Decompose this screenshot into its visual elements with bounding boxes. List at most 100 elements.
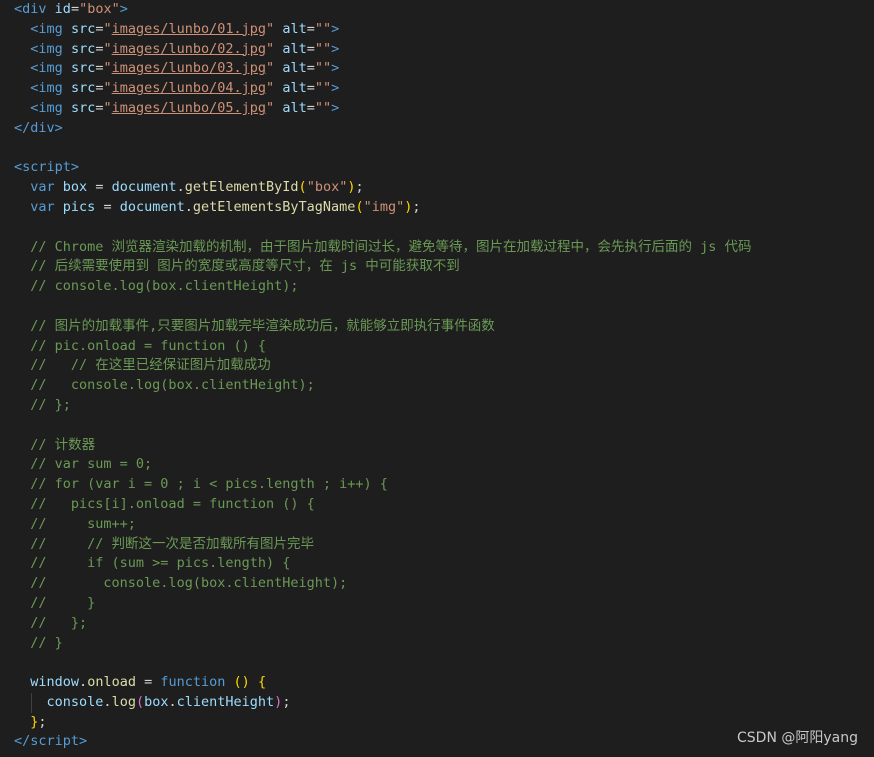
code-token: > — [79, 733, 88, 750]
code-token: > — [331, 20, 340, 37]
code-line[interactable]: // } — [14, 594, 874, 614]
code-token: // if (sum >= pics.length) { — [30, 555, 291, 572]
code-line[interactable]: // sum++; — [14, 515, 874, 535]
code-line[interactable] — [14, 139, 874, 159]
code-line[interactable]: window.onload = function () { — [14, 673, 874, 693]
code-line[interactable]: <img src="images/lunbo/03.jpg" alt=""> — [14, 59, 874, 79]
code-token: < — [14, 1, 23, 17]
code-token: ; — [38, 713, 47, 730]
code-token: images/lunbo/02.jpg — [111, 40, 267, 57]
code-token: " — [103, 20, 112, 37]
code-token: id — [54, 1, 71, 17]
code-token: // pic.onload = function () { — [30, 337, 266, 354]
code-line[interactable]: // 计数器 — [14, 436, 874, 456]
code-line[interactable]: <div id="box"> — [14, 0, 874, 20]
code-token: > — [331, 60, 340, 77]
code-line[interactable]: // pic.onload = function () { — [14, 337, 874, 357]
code-token: var — [30, 198, 55, 215]
code-token: images/lunbo/05.jpg — [111, 99, 267, 116]
code-token: " — [266, 40, 275, 57]
code-token: alt — [282, 20, 307, 37]
code-token: // for (var i = 0 ; i < pics.length ; i+… — [30, 476, 388, 493]
code-token: // var sum = 0; — [30, 456, 153, 473]
code-token: "" — [314, 80, 332, 97]
code-line[interactable]: // pics[i].onload = function () { — [14, 495, 874, 515]
code-token: " — [103, 60, 112, 77]
code-token: ; — [355, 179, 364, 196]
code-token: "box" — [79, 1, 120, 17]
code-token: box — [144, 693, 169, 710]
code-line[interactable]: // console.log(box.clientHeight); — [14, 277, 874, 297]
code-line[interactable]: // // 判断这一次是否加载所有图片完毕 — [14, 535, 874, 555]
code-token: src — [70, 40, 96, 57]
code-line[interactable]: <img src="images/lunbo/01.jpg" alt=""> — [14, 20, 874, 40]
code-line[interactable] — [14, 297, 874, 317]
code-line[interactable]: // // 在这里已经保证图片加载成功 — [14, 356, 874, 376]
code-token: // 图片的加载事件,只要图片加载完毕渲染成功后，就能够立即执行事件函数 — [30, 317, 495, 334]
code-line[interactable]: <img src="images/lunbo/02.jpg" alt=""> — [14, 40, 874, 60]
code-line[interactable]: console.log(box.clientHeight); — [14, 692, 874, 713]
csdn-watermark: CSDN @阿阳yang — [737, 730, 858, 746]
code-line[interactable]: <img src="images/lunbo/04.jpg" alt=""> — [14, 79, 874, 99]
code-token: " — [103, 80, 112, 97]
code-token: ; — [282, 693, 291, 710]
code-token: // console.log(box.clientHeight); — [30, 575, 348, 592]
code-line[interactable]: </div> — [14, 119, 874, 139]
code-token: </ — [14, 119, 31, 136]
code-line[interactable]: // console.log(box.clientHeight); — [14, 376, 874, 396]
code-token: div — [22, 1, 47, 17]
code-line[interactable]: // Chrome 浏览器渲染加载的机制，由于图片加载时间过长，避免等待，图片在… — [14, 238, 874, 258]
code-token: = — [306, 20, 315, 37]
code-line[interactable]: <img src="images/lunbo/05.jpg" alt=""> — [14, 99, 874, 119]
code-line[interactable]: // 后续需要使用到 图片的宽度或高度等尺寸，在 js 中可能获取不到 — [14, 257, 874, 277]
code-line[interactable] — [14, 218, 874, 238]
code-line[interactable] — [14, 653, 874, 673]
code-token: img — [38, 60, 63, 77]
code-token: var — [30, 179, 55, 196]
code-token: " — [266, 20, 275, 37]
code-line[interactable]: // }; — [14, 396, 874, 416]
code-token: = — [95, 198, 120, 215]
code-line[interactable]: <script> — [14, 158, 874, 178]
code-token: document — [111, 179, 177, 196]
code-token: alt — [282, 80, 307, 97]
code-line[interactable]: // if (sum >= pics.length) { — [14, 554, 874, 574]
code-token: getElementById — [184, 179, 299, 196]
code-line[interactable]: // }; — [14, 614, 874, 634]
code-line[interactable]: // 图片的加载事件,只要图片加载完毕渲染成功后，就能够立即执行事件函数 — [14, 317, 874, 337]
code-token: document — [119, 198, 185, 215]
code-line[interactable] — [14, 416, 874, 436]
code-line[interactable]: // console.log(box.clientHeight); — [14, 574, 874, 594]
code-token: ( — [355, 198, 364, 215]
code-line[interactable]: var pics = document.getElementsByTagName… — [14, 198, 874, 218]
code-token: = — [306, 99, 315, 116]
code-line[interactable]: // var sum = 0; — [14, 455, 874, 475]
code-token: = — [135, 674, 161, 691]
code-token: div — [30, 119, 55, 136]
code-token: alt — [282, 60, 307, 77]
code-token: "" — [314, 40, 332, 57]
code-line[interactable]: // for (var i = 0 ; i < pics.length ; i+… — [14, 475, 874, 495]
code-line[interactable]: var box = document.getElementById("box")… — [14, 178, 874, 198]
code-token: images/lunbo/03.jpg — [111, 60, 267, 77]
code-token: // 后续需要使用到 图片的宽度或高度等尺寸，在 js 中可能获取不到 — [30, 258, 460, 275]
code-token: images/lunbo/04.jpg — [111, 80, 267, 97]
code-line[interactable]: // } — [14, 634, 874, 654]
code-token: ; — [412, 198, 421, 215]
code-token: . — [176, 179, 185, 196]
code-editor[interactable]: <div id="box"> <img src="images/lunbo/01… — [14, 0, 874, 757]
